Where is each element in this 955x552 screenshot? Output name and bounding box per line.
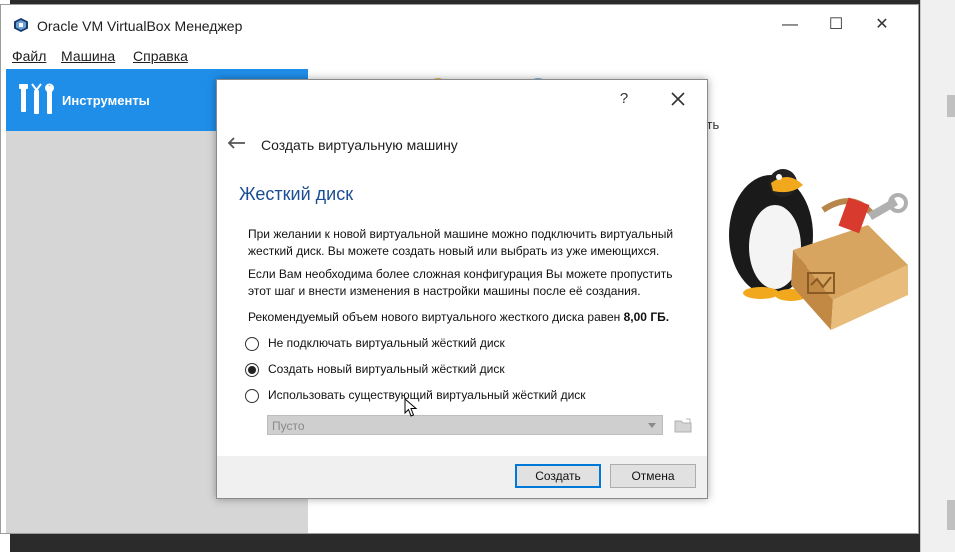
radio-button[interactable] bbox=[245, 337, 259, 351]
maximize-button[interactable]: ☐ bbox=[813, 11, 859, 39]
create-vm-dialog: ? Создать виртуальную машину Жесткий дис… bbox=[216, 79, 708, 499]
radio-label: Использовать существующий виртуальный жё… bbox=[268, 388, 586, 402]
radio-button-checked[interactable] bbox=[245, 363, 259, 377]
menu-help[interactable]: Справка bbox=[133, 48, 188, 64]
radio-label: Создать новый виртуальный жёсткий диск bbox=[268, 362, 505, 376]
radio-button[interactable] bbox=[245, 389, 259, 403]
cancel-button[interactable]: Отмена bbox=[610, 464, 696, 488]
existing-disk-select-value: Пусто bbox=[272, 419, 305, 433]
section-title: Жесткий диск bbox=[239, 184, 354, 204]
create-button[interactable]: Создать bbox=[515, 464, 601, 488]
title-bar: Oracle VM VirtualBox Менеджер — ☐ ✕ bbox=[1, 5, 918, 43]
dialog-body: Жесткий диск При желании к новой виртуал… bbox=[217, 166, 707, 456]
tools-icon bbox=[19, 83, 54, 114]
chevron-down-icon bbox=[648, 423, 656, 428]
sidebar-item-label: Инструменты bbox=[62, 93, 150, 108]
menu-file[interactable]: Файл bbox=[12, 48, 46, 64]
description-paragraph-advanced: Если Вам необходима более сложная конфиг… bbox=[248, 267, 673, 298]
menu-machine[interactable]: Машина bbox=[61, 48, 115, 64]
background-window-right bbox=[920, 0, 955, 552]
dialog-title: Создать виртуальную машину bbox=[261, 137, 458, 153]
close-window-button[interactable]: ✕ bbox=[859, 11, 905, 39]
description-paragraph: При желании к новой виртуальной машине м… bbox=[248, 227, 674, 258]
menu-bar: Файл Машина Справка bbox=[1, 45, 918, 67]
tux-toolbox-illustration bbox=[729, 169, 908, 330]
mouse-cursor-icon bbox=[404, 398, 418, 417]
help-button[interactable]: ? bbox=[613, 88, 635, 110]
back-arrow-icon[interactable] bbox=[225, 135, 247, 151]
maximize-icon: ☐ bbox=[828, 16, 844, 33]
existing-disk-select[interactable]: Пусто bbox=[267, 415, 663, 435]
dialog-header: ? Создать виртуальную машину bbox=[217, 80, 707, 180]
close-icon: ✕ bbox=[875, 16, 889, 33]
recommended-size-text: Рекомендуемый объем нового виртуального … bbox=[248, 309, 678, 326]
window-title: Oracle VM VirtualBox Менеджер bbox=[37, 18, 243, 34]
minimize-button[interactable]: — bbox=[767, 11, 813, 39]
scrollbar-thumb-bottom[interactable] bbox=[947, 500, 955, 530]
scrollbar-thumb[interactable] bbox=[947, 95, 955, 117]
recommended-size-value: 8,00 ГБ. bbox=[623, 310, 670, 324]
recommended-size-label: Рекомендуемый объем нового виртуального … bbox=[248, 310, 621, 324]
virtualbox-app-icon bbox=[14, 18, 28, 32]
minimize-icon: — bbox=[782, 16, 798, 33]
radio-label: Не подключать виртуальный жёсткий диск bbox=[268, 336, 505, 350]
folder-icon[interactable] bbox=[673, 415, 693, 435]
close-icon[interactable] bbox=[667, 88, 689, 110]
